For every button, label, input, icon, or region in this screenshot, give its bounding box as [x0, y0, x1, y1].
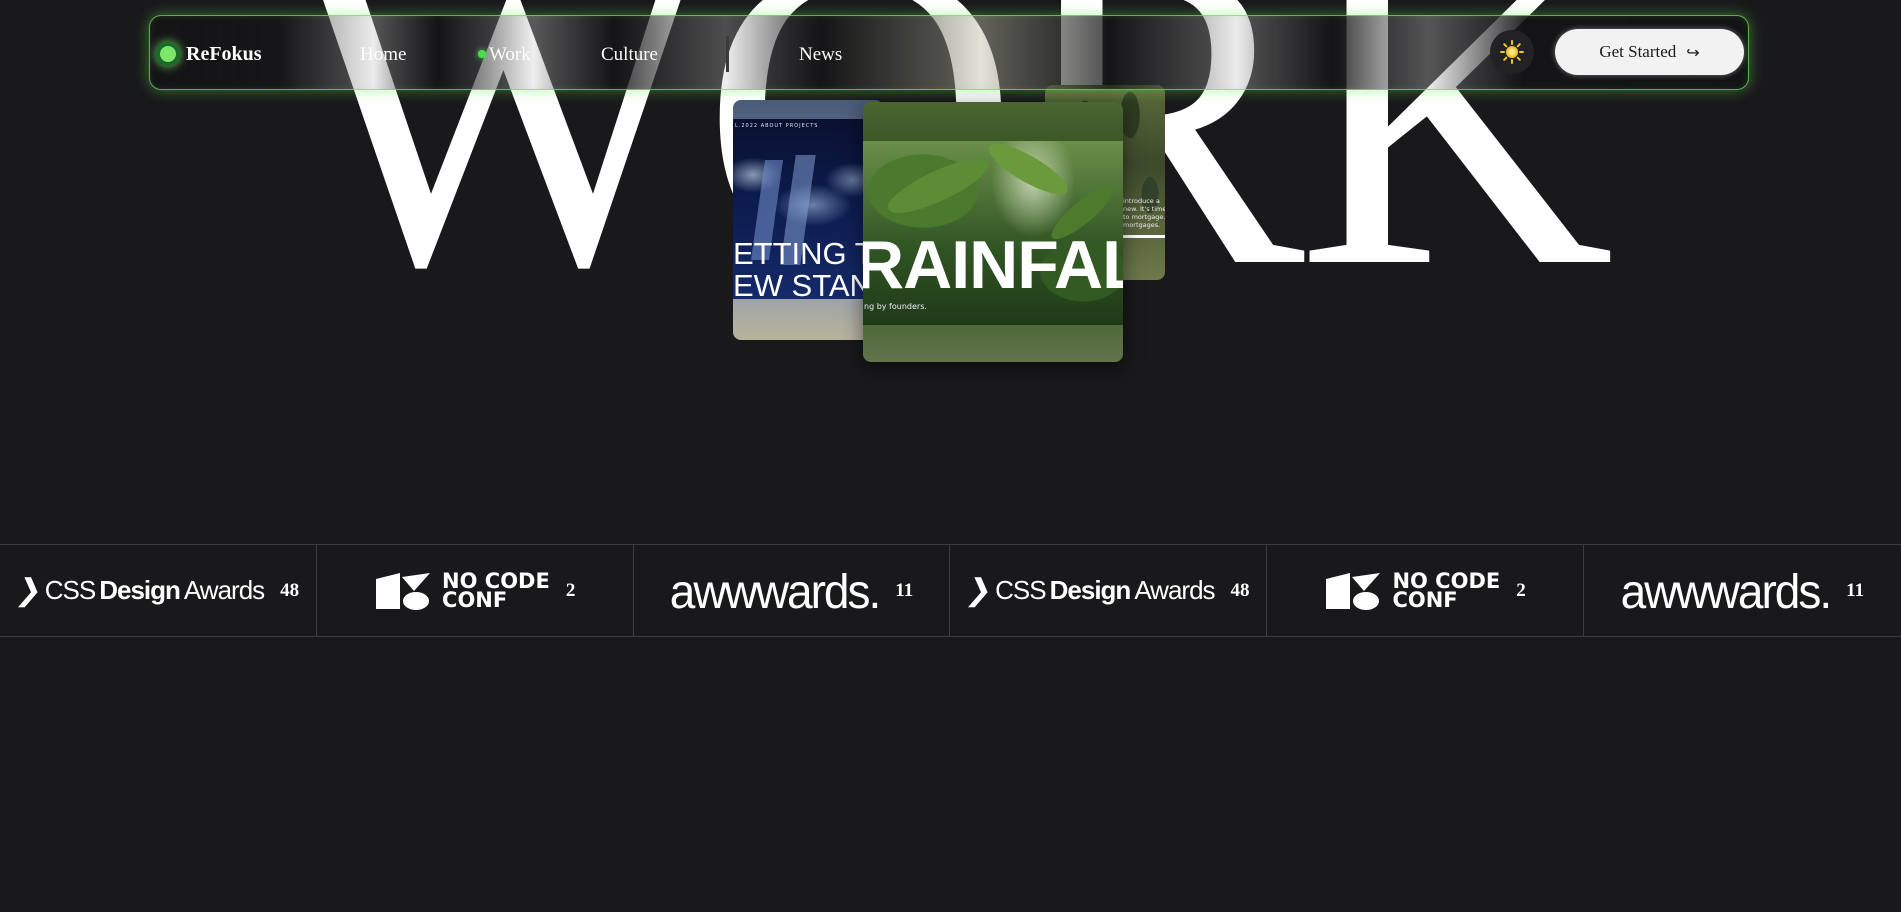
award-cssda: ❯ CSS Design Awards 48: [950, 545, 1268, 636]
card-headline: RAINFALL: [863, 227, 1123, 303]
active-indicator-dot: [478, 50, 486, 58]
award-count: 48: [280, 579, 300, 601]
nav-link-news[interactable]: News: [799, 44, 842, 66]
card-underline: [1123, 235, 1165, 238]
top-nav: ReFokus Home Work Culture News Get Start…: [149, 15, 1749, 90]
get-started-label: Get Started: [1599, 42, 1677, 61]
nocode-logo: NO CODE CONF: [1324, 570, 1500, 612]
card-snippet: introduce a new. It's time to mortgage. …: [1123, 197, 1165, 229]
awwwards-logo: awwwards.: [669, 563, 882, 618]
award-count: 11: [1846, 579, 1865, 601]
cssda-logo: ❯ CSS Design Awards: [963, 573, 1215, 608]
nocode-text-line-2: CONF: [1392, 587, 1458, 612]
award-count: 2: [565, 579, 576, 601]
card-headline-line-1: ETTING T: [733, 236, 874, 271]
nocode-mark-icon: [376, 572, 431, 610]
project-card-rainfall[interactable]: RAINFALL ng by founders.: [863, 102, 1123, 362]
cssda-mark-icon: ❯: [12, 573, 45, 608]
logo-text: ReFokus: [186, 42, 262, 65]
nav-link-home[interactable]: Home: [360, 44, 406, 66]
cssda-logo: ❯ CSS Design Awards: [12, 573, 265, 608]
arrow-icon: ↪: [1686, 42, 1700, 62]
nocode-text-line-2: CONF: [442, 587, 508, 612]
award-cssda: ❯ CSS Design Awards 48: [0, 545, 317, 636]
cssda-mark-icon: ❯: [963, 573, 995, 608]
award-awwwards: awwwards. 11: [634, 545, 951, 636]
get-started-button[interactable]: Get Started ↪: [1555, 29, 1744, 75]
nav-link-work[interactable]: Work: [489, 44, 531, 66]
awwwards-logo: awwwards.: [1620, 563, 1833, 618]
leaf-shape: [881, 149, 995, 223]
awards-strip: ❯ CSS Design Awards 48 NO CODE CONF 2 awww…: [0, 544, 1901, 637]
theme-toggle-button[interactable]: [1490, 30, 1534, 74]
award-count: 48: [1230, 579, 1250, 601]
nav-link-culture[interactable]: Culture: [601, 44, 658, 66]
nocode-logo: NO CODE CONF: [374, 570, 550, 612]
card-tagline: ng by founders.: [864, 302, 927, 311]
nocode-mark-icon: [1326, 572, 1381, 610]
card-headline-line-2: EW STAN: [733, 268, 872, 303]
award-nocode: NO CODE CONF 2: [1267, 545, 1584, 636]
award-awwwards: awwwards. 11: [1584, 545, 1901, 636]
sun-icon: [1500, 40, 1524, 64]
project-card-setting-standard[interactable]: L.2022 ABOUT PROJECTS ETTING T EW STAN: [733, 100, 883, 340]
card-headline: ETTING T EW STAN: [733, 238, 874, 302]
card-mini-nav: L.2022 ABOUT PROJECTS: [735, 123, 819, 129]
leaf-shape: [982, 135, 1074, 203]
award-count: 2: [1516, 579, 1526, 601]
logo-ring-icon: [156, 42, 180, 66]
nav-divider: [726, 36, 729, 72]
award-count: 11: [895, 579, 914, 601]
award-nocode: NO CODE CONF 2: [317, 545, 634, 636]
logo[interactable]: ReFokus: [156, 38, 262, 70]
